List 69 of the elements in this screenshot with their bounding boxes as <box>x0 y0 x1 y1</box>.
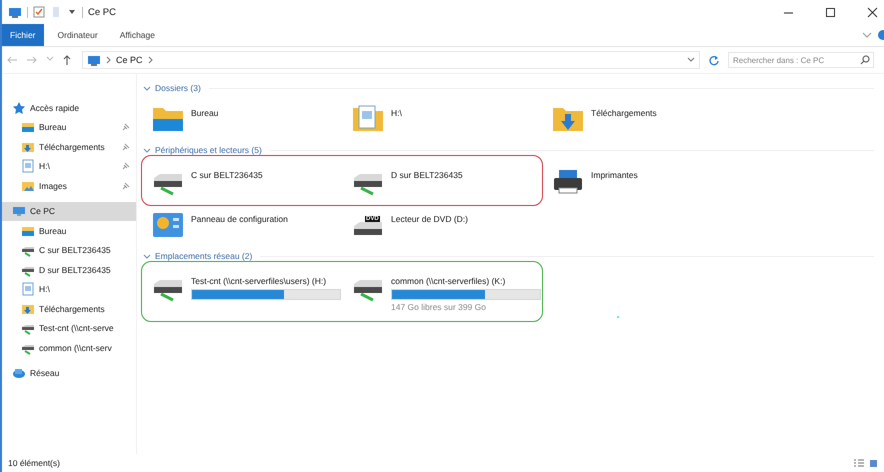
item-tile[interactable]: D sur BELT236435 <box>343 164 543 196</box>
document-icon <box>21 282 35 296</box>
item-label: Panneau de configuration <box>191 214 289 225</box>
document-icon <box>21 159 35 174</box>
sidebar-item[interactable]: D sur BELT236435 <box>2 260 136 280</box>
details-view-icon[interactable] <box>853 458 865 468</box>
sidebar-item[interactable]: Images <box>2 176 136 196</box>
breadcrumb[interactable]: Ce PC <box>116 55 143 65</box>
section-header[interactable]: Périphériques et lecteurs (5) <box>155 145 262 155</box>
item-label: Bureau <box>191 108 220 119</box>
dot-mark <box>617 316 619 318</box>
chevron-icon[interactable] <box>143 84 151 92</box>
dvd-drive-icon <box>351 222 385 235</box>
tiles-view-icon[interactable] <box>869 458 878 468</box>
item-tile[interactable]: Panneau de configuration <box>143 208 343 240</box>
ribbon-tab[interactable]: Fichier <box>2 24 44 46</box>
maximize-icon[interactable] <box>825 6 836 18</box>
sidebar-item[interactable]: Bureau <box>2 221 136 240</box>
item-label: Téléchargements <box>591 108 658 119</box>
item-tile[interactable]: Test-cnt (\\cnt-serverfiles\users) (H:) <box>143 270 343 312</box>
item-tile[interactable]: Imprimantes <box>543 164 743 196</box>
sidebar-item[interactable]: Test-cnt (\\cnt-serve <box>2 318 136 338</box>
item-tile[interactable]: H:\ <box>343 102 543 134</box>
chevron-icon[interactable] <box>143 252 151 260</box>
network-icon <box>12 366 26 380</box>
item-tile[interactable]: Bureau <box>143 102 343 134</box>
search-icon <box>860 55 870 65</box>
item-label: C sur BELT236435 <box>191 170 264 181</box>
up-arrow-icon[interactable] <box>62 54 72 66</box>
search-field[interactable]: Rechercher dans : Ce PC <box>728 52 874 68</box>
item-label: common (\\cnt-serverfiles) (K:) <box>391 276 506 287</box>
dropdown-icon[interactable] <box>687 56 695 64</box>
ribbon-tab[interactable]: Ordinateur <box>50 24 106 46</box>
sidebar-item[interactable]: C sur BELT236435 <box>2 240 136 260</box>
item-count: 10 élément(s) <box>8 458 60 468</box>
computer-icon <box>8 6 22 18</box>
sidebar-item[interactable]: common (\\cnt-serv <box>2 338 136 358</box>
sidebar-item[interactable]: Téléchargements <box>2 137 136 156</box>
item-tile[interactable]: C sur BELT236435 <box>143 164 343 196</box>
sidebar-item[interactable]: H:\ <box>2 280 136 299</box>
sidebar-item[interactable]: Ce PC <box>2 202 136 221</box>
item-tile[interactable]: common (\\cnt-serverfiles) (K:) 147 Go libres sur 399 Go <box>343 270 543 312</box>
item-label: Test-cnt (\\cnt-serverfiles\users) (H:) <box>191 276 328 287</box>
computer-icon <box>12 204 26 218</box>
sidebar-item[interactable]: H:\ <box>2 156 136 176</box>
item-label: D sur BELT236435 <box>391 170 464 181</box>
star-icon <box>12 100 26 115</box>
item-label: Lecteur de DVD (D:) <box>391 214 469 225</box>
sidebar-item[interactable]: Réseau <box>2 364 136 383</box>
ribbon-tab[interactable]: Affichage <box>112 24 163 46</box>
address-field[interactable]: Ce PC <box>82 51 700 69</box>
sidebar-item[interactable]: Téléchargements <box>2 299 136 318</box>
sidebar-item[interactable]: Accès rapide <box>2 98 136 118</box>
section-header[interactable]: Emplacements réseau (2) <box>155 251 252 261</box>
close-icon[interactable] <box>867 6 878 18</box>
item-label: Imprimantes <box>591 170 639 181</box>
free-space-text: 147 Go libres sur 399 Go <box>391 302 487 312</box>
refresh-icon[interactable] <box>708 54 720 66</box>
section-header[interactable]: Dossiers (3) <box>155 83 201 93</box>
chevron-icon[interactable] <box>105 56 112 64</box>
chevron-icon[interactable] <box>143 146 151 154</box>
item-label: H:\ <box>391 108 403 119</box>
window-title: Ce PC <box>88 6 116 18</box>
chevron-icon[interactable] <box>146 56 154 64</box>
computer-icon <box>87 54 101 66</box>
sidebar-item[interactable]: Bureau <box>2 118 136 137</box>
item-tile[interactable]: Téléchargements <box>543 102 743 134</box>
chevron-icon[interactable] <box>862 31 872 39</box>
checkbox-icon[interactable] <box>33 6 45 18</box>
